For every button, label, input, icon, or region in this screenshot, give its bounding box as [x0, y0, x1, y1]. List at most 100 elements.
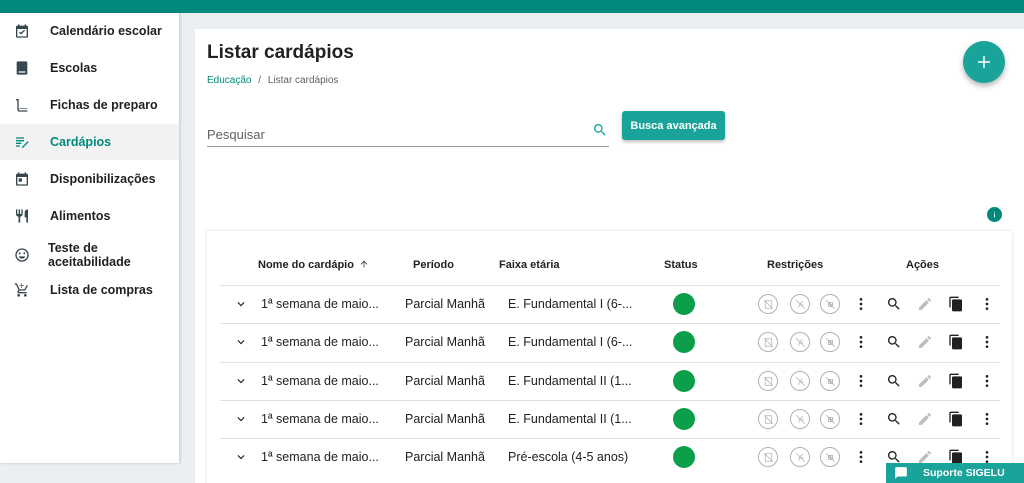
status-active-indicator	[673, 446, 695, 468]
edit-pencil-icon[interactable]	[916, 410, 934, 428]
status-active-indicator	[673, 408, 695, 430]
search-icon[interactable]	[592, 122, 608, 138]
cell-age: E. Fundamental I (6-...	[508, 335, 633, 349]
status-active-indicator	[673, 293, 695, 315]
add-menu-button[interactable]	[963, 41, 1005, 83]
info-icon[interactable]	[987, 207, 1002, 222]
utensils-icon	[14, 208, 30, 224]
cell-period: Parcial Manhã	[405, 335, 485, 349]
no-sugar-icon	[820, 332, 840, 352]
sidebar-item-calendario-escolar[interactable]: Calendário escolar	[0, 13, 179, 49]
cell-age: Pré-escola (4-5 anos)	[508, 450, 629, 464]
main-content: Listar cardápios Educação / Listar cardá…	[195, 29, 1024, 483]
edit-pencil-icon[interactable]	[916, 372, 934, 390]
status-active-indicator	[673, 370, 695, 392]
edit-pencil-icon[interactable]	[916, 295, 934, 313]
sidebar-item-label: Teste de aceitabilidade	[48, 241, 131, 269]
copy-icon[interactable]	[947, 410, 965, 428]
advanced-search-button[interactable]: Busca avançada	[622, 111, 725, 140]
table-row: 1ª semana de maio... Parcial Manhã E. Fund…	[220, 362, 1000, 400]
table-row: 1ª semana de maio... Parcial Manhã E. Fund…	[220, 285, 1000, 323]
cell-name: 1ª semana de maio...	[261, 374, 379, 388]
calendar-icon	[14, 171, 30, 187]
restrictions-more-icon[interactable]	[852, 295, 870, 313]
top-app-bar	[0, 0, 1024, 13]
restrictions-more-icon[interactable]	[852, 333, 870, 351]
sidebar-item-label: Cardápios	[50, 135, 112, 149]
status-active-indicator	[673, 331, 695, 353]
chevron-down-icon[interactable]	[234, 297, 248, 311]
cell-age: E. Fundamental II (1...	[508, 374, 632, 388]
restrictions-more-icon[interactable]	[852, 448, 870, 466]
sidebar-item-label: Fichas de preparo	[50, 98, 158, 112]
sidebar-item-alimentos[interactable]: Alimentos	[0, 198, 179, 234]
calendar-check-icon	[14, 23, 30, 39]
no-lactose-icon	[790, 294, 810, 314]
column-header-actions: Ações	[906, 259, 940, 271]
view-search-icon[interactable]	[885, 410, 903, 428]
cell-name: 1ª semana de maio...	[261, 450, 379, 464]
support-label: Suporte SIGELU	[923, 467, 1005, 479]
sidebar-item-teste-de-aceitabilidade[interactable]: Teste de aceitabilidade	[0, 235, 179, 275]
no-sugar-icon	[820, 371, 840, 391]
view-search-icon[interactable]	[885, 333, 903, 351]
cell-age: E. Fundamental II (1...	[508, 412, 632, 426]
edit-pencil-icon[interactable]	[916, 333, 934, 351]
breadcrumb-link-educacao[interactable]: Educação	[207, 75, 251, 86]
arrow-up-icon	[359, 259, 369, 269]
menu-edit-icon	[14, 134, 30, 150]
cell-period: Parcial Manhã	[405, 412, 485, 426]
column-header-status: Status	[664, 259, 698, 271]
sidebar-item-disponibilizacoes[interactable]: Disponibilizações	[0, 161, 179, 197]
sidebar-item-fichas-de-preparo[interactable]: Fichas de preparo	[0, 87, 179, 123]
restrictions-more-icon[interactable]	[852, 410, 870, 428]
actions-more-icon[interactable]	[978, 295, 996, 313]
menus-table: Nome do cardápio Período Faixa etária St…	[207, 231, 1012, 483]
sidebar-item-label: Alimentos	[50, 209, 111, 223]
actions-more-icon[interactable]	[978, 410, 996, 428]
breadcrumb: Educação / Listar cardápios	[207, 75, 338, 86]
chevron-down-icon[interactable]	[234, 335, 248, 349]
support-chat-button[interactable]: Suporte SIGELU	[886, 463, 1024, 483]
no-gluten-icon	[758, 409, 778, 429]
search-input[interactable]	[207, 124, 577, 144]
no-sugar-icon	[820, 409, 840, 429]
cell-name: 1ª semana de maio...	[261, 297, 379, 311]
cell-period: Parcial Manhã	[405, 297, 485, 311]
recipe-book-icon	[14, 97, 30, 113]
column-header-period: Período	[413, 259, 454, 271]
chevron-down-icon[interactable]	[234, 412, 248, 426]
chevron-down-icon[interactable]	[234, 374, 248, 388]
cell-period: Parcial Manhã	[405, 374, 485, 388]
no-lactose-icon	[790, 332, 810, 352]
smiley-icon	[14, 247, 30, 263]
cell-name: 1ª semana de maio...	[261, 335, 379, 349]
chevron-down-icon[interactable]	[234, 450, 248, 464]
cell-age: E. Fundamental I (6-...	[508, 297, 633, 311]
column-header-age: Faixa etária	[499, 259, 560, 271]
book-icon	[14, 60, 30, 76]
view-search-icon[interactable]	[885, 295, 903, 313]
column-header-name[interactable]: Nome do cardápio	[258, 259, 369, 271]
sidebar-item-lista-de-compras[interactable]: Lista de compras	[0, 272, 179, 308]
actions-more-icon[interactable]	[978, 372, 996, 390]
view-search-icon[interactable]	[885, 372, 903, 390]
column-header-name-label: Nome do cardápio	[258, 259, 354, 271]
sidebar: Calendário escolar Escolas Fichas de pre…	[0, 13, 179, 463]
copy-icon[interactable]	[947, 333, 965, 351]
table-row: 1ª semana de maio... Parcial Manhã Pré-esc…	[220, 438, 1000, 476]
no-lactose-icon	[790, 409, 810, 429]
restrictions-more-icon[interactable]	[852, 372, 870, 390]
copy-icon[interactable]	[947, 372, 965, 390]
no-lactose-icon	[790, 371, 810, 391]
sidebar-item-escolas[interactable]: Escolas	[0, 50, 179, 86]
copy-icon[interactable]	[947, 295, 965, 313]
breadcrumb-current: Listar cardápios	[267, 75, 339, 86]
sidebar-item-label: Lista de compras	[50, 283, 153, 297]
column-header-restrictions: Restrições	[767, 259, 824, 271]
actions-more-icon[interactable]	[978, 333, 996, 351]
sidebar-item-cardapios[interactable]: Cardápios	[0, 124, 179, 160]
no-gluten-icon	[758, 371, 778, 391]
no-lactose-icon	[790, 447, 810, 467]
plus-icon	[978, 56, 990, 68]
